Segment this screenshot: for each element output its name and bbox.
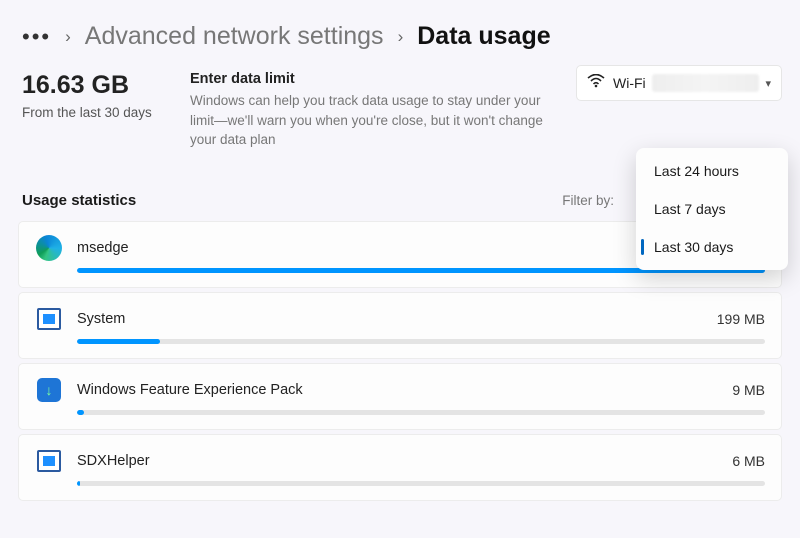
app-usage-row: ↓ Windows Feature Experience Pack 9 MB — [18, 363, 782, 430]
wifi-icon — [587, 74, 605, 93]
breadcrumb-parent[interactable]: Advanced network settings — [85, 22, 384, 51]
data-limit-title: Enter data limit — [190, 71, 558, 87]
filter-dropdown: Last 24 hours Last 7 days Last 30 days — [636, 148, 788, 270]
filter-option-30d[interactable]: Last 30 days — [636, 228, 788, 266]
chevron-right-icon: › — [398, 27, 404, 47]
usage-bar-fill — [77, 339, 160, 344]
chevron-down-icon: ▾ — [765, 77, 771, 90]
network-name-redacted — [652, 74, 760, 92]
usage-bar — [77, 410, 765, 415]
network-selector-label: Wi-Fi — [613, 75, 646, 91]
total-usage-subtext: From the last 30 days — [22, 104, 160, 122]
app-name: SDXHelper — [77, 453, 150, 469]
system-icon — [35, 305, 63, 333]
usage-bar — [77, 339, 765, 344]
edge-icon — [35, 234, 63, 262]
app-name: msedge — [77, 240, 129, 256]
stats-title: Usage statistics — [22, 192, 136, 209]
usage-bar-fill — [77, 410, 84, 415]
app-usage-row: SDXHelper 6 MB — [18, 434, 782, 501]
filter-option-7d[interactable]: Last 7 days — [636, 190, 788, 228]
total-usage: 16.63 GB From the last 30 days — [22, 71, 160, 150]
breadcrumb-overflow-button[interactable]: ••• — [22, 24, 51, 50]
filter-option-24h[interactable]: Last 24 hours — [636, 152, 788, 190]
chevron-right-icon: › — [65, 27, 71, 47]
app-size: 9 MB — [732, 382, 765, 398]
breadcrumb: ••• › Advanced network settings › Data u… — [0, 0, 800, 65]
usage-bar — [77, 481, 765, 486]
app-name: Windows Feature Experience Pack — [77, 382, 303, 398]
app-usage-row: System 199 MB — [18, 292, 782, 359]
filter-by-label: Filter by: — [562, 193, 614, 208]
app-size: 199 MB — [717, 311, 765, 327]
network-selector[interactable]: Wi-Fi ▾ — [576, 65, 782, 101]
usage-bar-fill — [77, 481, 80, 486]
app-name: System — [77, 311, 125, 327]
app-size: 6 MB — [732, 453, 765, 469]
system-icon — [35, 447, 63, 475]
data-limit-description: Windows can help you track data usage to… — [190, 91, 558, 150]
feature-pack-icon: ↓ — [35, 376, 63, 404]
total-usage-value: 16.63 GB — [22, 71, 160, 100]
breadcrumb-current: Data usage — [417, 22, 550, 51]
